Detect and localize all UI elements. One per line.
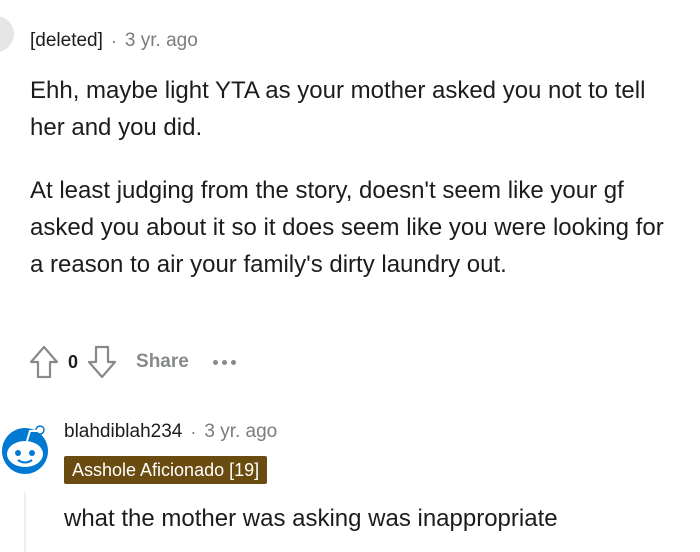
comment-timestamp[interactable]: 3 yr. ago (125, 30, 198, 52)
upvote-arrow-icon (29, 345, 59, 379)
ellipsis-icon (230, 359, 236, 365)
comment-body: Ehh, maybe light YTA as your mother aske… (30, 72, 670, 146)
ellipsis-icon (212, 359, 218, 365)
comment-author[interactable]: [deleted] (30, 30, 103, 52)
vote-count: 0 (68, 351, 79, 372)
comment-author[interactable]: blahdiblah234 (64, 421, 182, 443)
ellipsis-icon (221, 359, 227, 365)
comment-timestamp[interactable]: 3 yr. ago (204, 421, 277, 443)
thread-line[interactable] (24, 492, 26, 552)
snoo-avatar-icon[interactable] (0, 422, 50, 476)
deleted-user-avatar (0, 16, 14, 52)
comment-paragraph: Ehh, maybe light YTA as your mother aske… (30, 77, 646, 141)
comment-body-continued: At least judging from the story, doesn't… (30, 172, 670, 283)
downvote-button[interactable] (84, 342, 120, 382)
comment-paragraph: At least judging from the story, doesn't… (30, 177, 664, 278)
meta-separator: · (110, 30, 117, 51)
share-button[interactable]: Share (136, 351, 189, 373)
upvote-button[interactable] (26, 342, 62, 382)
comment-body: what the mother was asking was inappropr… (64, 505, 558, 532)
comment-actions: 0 Share (26, 342, 236, 382)
downvote-arrow-icon (87, 345, 117, 379)
comment-meta: blahdiblah234 · 3 yr. ago (64, 421, 277, 443)
meta-separator: · (190, 421, 197, 442)
user-flair: Asshole Aficionado [19] (64, 456, 268, 484)
more-options-button[interactable] (212, 342, 236, 382)
comment-meta: [deleted] · 3 yr. ago (30, 30, 198, 52)
